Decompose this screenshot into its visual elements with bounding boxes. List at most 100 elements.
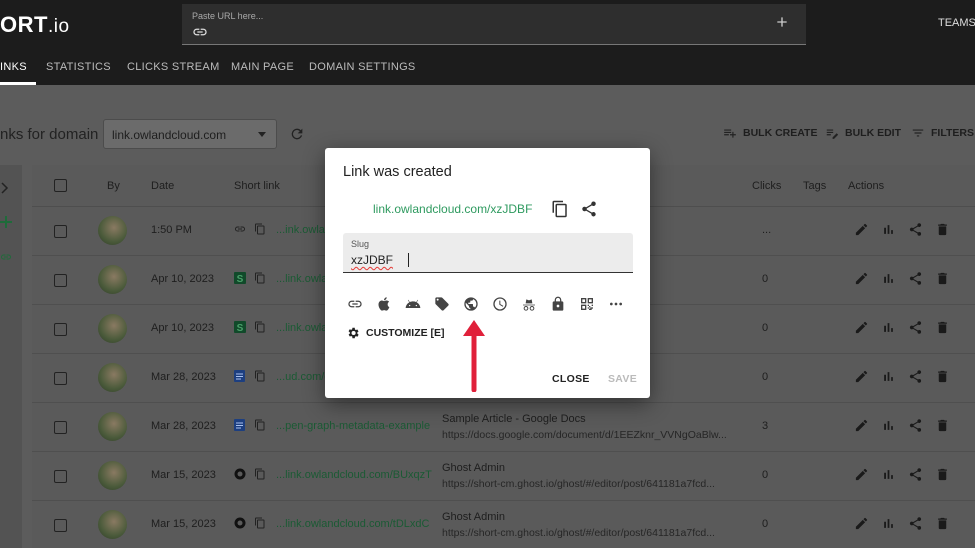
playlist-add-icon xyxy=(724,129,736,138)
apple-icon[interactable] xyxy=(376,296,392,312)
bar-chart-icon[interactable] xyxy=(881,320,896,335)
tab-clicks-stream[interactable]: CLICKS STREAM xyxy=(127,61,220,73)
add-link-icon[interactable] xyxy=(774,14,790,30)
slug-field[interactable]: Slug xzJDBF xyxy=(343,233,633,273)
copy-icon[interactable] xyxy=(254,222,266,236)
edit-icon[interactable] xyxy=(854,369,869,384)
paste-url-input[interactable]: Paste URL here... xyxy=(182,4,806,45)
share-icon[interactable] xyxy=(908,418,923,433)
refresh-icon[interactable] xyxy=(289,126,305,142)
tab-main-page[interactable]: MAIN PAGE xyxy=(231,61,294,73)
share-icon[interactable] xyxy=(908,271,923,286)
save-button[interactable]: SAVE xyxy=(608,373,637,385)
avatar xyxy=(98,461,127,490)
globe-icon[interactable] xyxy=(463,296,479,312)
delete-icon[interactable] xyxy=(935,271,950,286)
delete-icon[interactable] xyxy=(935,369,950,384)
row-date: Mar 28, 2023 xyxy=(151,420,216,432)
copy-icon[interactable] xyxy=(254,418,266,432)
share-icon[interactable] xyxy=(580,200,598,218)
delete-icon[interactable] xyxy=(935,467,950,482)
select-all-checkbox[interactable] xyxy=(54,179,67,192)
copy-icon[interactable] xyxy=(254,516,266,530)
copy-icon[interactable] xyxy=(254,271,266,285)
header-clicks[interactable]: Clicks xyxy=(752,180,781,192)
row-short-link[interactable]: ...ink.owlan xyxy=(276,224,331,236)
row-short-link[interactable]: ...link.owla xyxy=(276,322,327,334)
domain-select[interactable]: link.owlandcloud.com xyxy=(103,119,277,149)
delete-icon[interactable] xyxy=(935,222,950,237)
delete-icon[interactable] xyxy=(935,418,950,433)
share-icon[interactable] xyxy=(908,320,923,335)
bar-chart-icon[interactable] xyxy=(881,418,896,433)
bulk-edit-button[interactable]: BULK EDIT xyxy=(825,126,901,140)
s-app-icon: S xyxy=(234,272,246,284)
edit-icon[interactable] xyxy=(854,320,869,335)
customize-button[interactable]: CUSTOMIZE [E] xyxy=(346,326,445,340)
link-icon[interactable] xyxy=(0,251,12,263)
copy-icon[interactable] xyxy=(254,320,266,334)
edit-icon[interactable] xyxy=(854,418,869,433)
spy-icon[interactable] xyxy=(521,296,537,312)
row-destination-url[interactable]: https://short-cm.ghost.io/ghost/#/editor… xyxy=(442,527,715,539)
tag-icon[interactable] xyxy=(434,296,450,312)
table-row[interactable]: Mar 15, 2023 ...link.owlandcloud.com/BUxq… xyxy=(32,452,975,501)
share-icon[interactable] xyxy=(908,369,923,384)
row-short-link[interactable]: ...link.owlandcloud.com/BUxqzT xyxy=(276,469,432,481)
qr-code-icon[interactable] xyxy=(579,296,595,312)
bar-chart-icon[interactable] xyxy=(881,222,896,237)
link-icon[interactable] xyxy=(347,296,363,312)
row-checkbox[interactable] xyxy=(54,225,67,238)
row-date: Apr 10, 2023 xyxy=(151,273,214,285)
table-row[interactable]: Mar 28, 2023 ...pen-graph-metadata-exampl… xyxy=(32,403,975,452)
row-short-link[interactable]: ...link.owlandcloud.com/tDLxdC xyxy=(276,518,429,530)
filters-button[interactable]: FILTERS xyxy=(911,126,974,140)
table-row[interactable]: Mar 15, 2023 ...link.owlandcloud.com/tDLx… xyxy=(32,501,975,548)
bar-chart-icon[interactable] xyxy=(881,467,896,482)
share-icon[interactable] xyxy=(908,467,923,482)
bar-chart-icon[interactable] xyxy=(881,369,896,384)
ghost-icon xyxy=(234,468,246,480)
row-checkbox[interactable] xyxy=(54,519,67,532)
short-url-link[interactable]: link.owlandcloud.com/xzJDBF xyxy=(373,202,532,216)
row-destination-url[interactable]: https://short-cm.ghost.io/ghost/#/editor… xyxy=(442,478,715,490)
copy-icon[interactable] xyxy=(254,467,266,481)
delete-icon[interactable] xyxy=(935,320,950,335)
tab-domain-settings[interactable]: DOMAIN SETTINGS xyxy=(309,61,416,73)
row-checkbox[interactable] xyxy=(54,421,67,434)
row-checkbox[interactable] xyxy=(54,323,67,336)
copy-icon[interactable] xyxy=(254,369,266,383)
tab-statistics[interactable]: STATISTICS xyxy=(46,61,111,73)
avatar xyxy=(98,314,127,343)
copy-icon[interactable] xyxy=(551,200,569,218)
slug-input[interactable]: xzJDBF xyxy=(351,253,393,267)
bulk-create-button[interactable]: BULK CREATE xyxy=(723,126,817,140)
edit-icon[interactable] xyxy=(854,516,869,531)
add-icon[interactable] xyxy=(0,216,12,228)
header-date[interactable]: Date xyxy=(151,180,174,192)
close-button[interactable]: CLOSE xyxy=(552,373,590,385)
edit-icon[interactable] xyxy=(854,467,869,482)
bar-chart-icon[interactable] xyxy=(881,271,896,286)
row-short-link[interactable]: ...ud.com/o xyxy=(276,371,330,383)
lock-icon[interactable] xyxy=(550,296,566,312)
row-checkbox[interactable] xyxy=(54,372,67,385)
edit-icon[interactable] xyxy=(854,222,869,237)
tab-links[interactable]: INKS xyxy=(0,61,27,73)
row-checkbox[interactable] xyxy=(54,274,67,287)
delete-icon[interactable] xyxy=(935,516,950,531)
logo[interactable]: ORT.io xyxy=(0,12,70,38)
share-icon[interactable] xyxy=(908,516,923,531)
row-short-link[interactable]: ...link.owla xyxy=(276,273,327,285)
teams-link[interactable]: TEAMS xyxy=(938,17,975,29)
row-destination-url[interactable]: https://docs.google.com/document/d/1EEZk… xyxy=(442,429,727,441)
more-icon[interactable] xyxy=(608,296,624,312)
android-icon[interactable] xyxy=(405,296,421,312)
bar-chart-icon[interactable] xyxy=(881,516,896,531)
row-short-link[interactable]: ...pen-graph-metadata-example xyxy=(276,420,430,432)
clock-icon[interactable] xyxy=(492,296,508,312)
share-icon[interactable] xyxy=(908,222,923,237)
edit-icon[interactable] xyxy=(854,271,869,286)
row-checkbox[interactable] xyxy=(54,470,67,483)
chevron-right-icon[interactable] xyxy=(0,182,10,194)
